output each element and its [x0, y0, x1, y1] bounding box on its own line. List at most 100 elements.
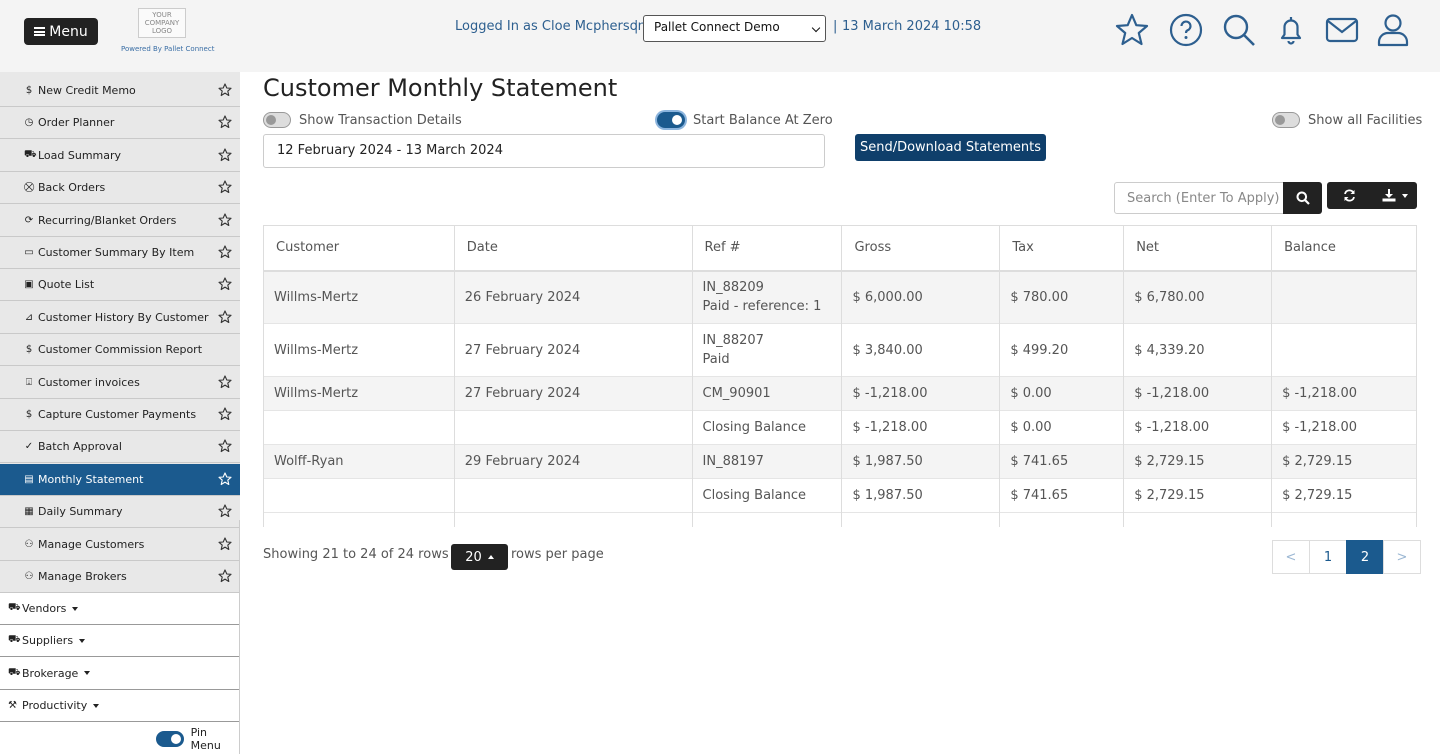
sidebar-item-customer-invoices[interactable]: ⍗ Customer invoices: [0, 367, 240, 399]
sidebar-item-quote-list[interactable]: ▣ Quote List: [0, 269, 240, 302]
ref-number: IN_88207: [702, 333, 764, 348]
favorite-star-icon[interactable]: [218, 83, 232, 97]
ref-note: Paid - reference: 1: [702, 299, 822, 315]
show-transaction-details-option[interactable]: Show Transaction Details: [263, 112, 462, 128]
next-page-button[interactable]: >: [1383, 540, 1421, 574]
favorite-star-icon[interactable]: [218, 375, 232, 389]
mail-icon[interactable]: [1324, 12, 1360, 48]
sidebar-item-batch-approval[interactable]: ✓ Batch Approval: [0, 431, 240, 464]
cell-balance: $ -1,218.00: [1271, 410, 1417, 445]
start-balance-at-zero-toggle[interactable]: [657, 112, 685, 128]
column-header-balance[interactable]: Balance: [1271, 225, 1417, 272]
column-header-net[interactable]: Net: [1123, 225, 1273, 272]
table-row[interactable]: Willms-Mertz 27 February 2024 CM_90901 $ -1…: [263, 376, 1417, 411]
sidebar-item-new-credit-memo[interactable]: $ New Credit Memo: [0, 75, 240, 107]
sidebar-group-suppliers[interactable]: ⛟ Suppliers: [0, 625, 240, 658]
menu-button[interactable]: Menu: [24, 18, 98, 45]
pin-menu[interactable]: Pin Menu: [156, 726, 240, 752]
help-icon[interactable]: [1168, 12, 1204, 48]
sidebar-item-back-orders[interactable]: ⛒ Back Orders: [0, 172, 240, 205]
search-icon[interactable]: [1221, 12, 1257, 48]
favorite-star-icon[interactable]: [218, 277, 232, 291]
sidebar-item-icon: ⛒: [24, 182, 35, 194]
column-header-date[interactable]: Date: [453, 225, 693, 272]
sidebar-group-vendors[interactable]: ⛟ Vendors: [0, 593, 240, 625]
cell-net: $ 4,339.20: [1123, 323, 1273, 377]
sidebar-item-manage-customers[interactable]: ⚇ Manage Customers: [0, 529, 240, 561]
company-logo[interactable]: YOUR COMPANY LOGO: [138, 8, 186, 38]
column-header-tax[interactable]: Tax: [999, 225, 1125, 272]
column-header-customer[interactable]: Customer: [263, 225, 455, 272]
refresh-icon: [1344, 189, 1355, 202]
favorite-star-icon[interactable]: [218, 439, 232, 453]
start-balance-at-zero-option[interactable]: Start Balance At Zero: [657, 112, 833, 128]
separator: |: [833, 19, 838, 34]
send-download-statements-button[interactable]: Send/Download Statements: [855, 134, 1046, 161]
sidebar-group-productivity[interactable]: ⚒ Productivity: [0, 690, 240, 723]
sidebar-group-brokerage[interactable]: ⛟ Brokerage: [0, 657, 240, 690]
cell-date: 26 February 2024: [453, 270, 693, 324]
rows-per-page-label: rows per page: [511, 547, 604, 562]
sidebar-item-customer-summary-by-item[interactable]: ▭ Customer Summary By Item: [0, 237, 240, 269]
pagination: < 1 2 >: [1272, 540, 1421, 574]
export-dropdown-button[interactable]: [1372, 182, 1417, 209]
bell-icon[interactable]: [1273, 12, 1309, 48]
ref-note: Paid: [702, 352, 730, 367]
favorite-star-icon[interactable]: [218, 148, 232, 162]
sidebar-item-order-planner[interactable]: ◷ Order Planner: [0, 107, 240, 140]
sidebar-item-monthly-statement[interactable]: ▤ Monthly Statement: [0, 463, 240, 496]
table-row[interactable]: Willms-Mertz 27 February 2024 IN_88207 Paid…: [263, 323, 1417, 377]
hamburger-icon: [34, 27, 46, 36]
sidebar-item-recurring-blanket-orders[interactable]: ⟳ Recurring/Blanket Orders: [0, 205, 240, 237]
page-size-dropdown[interactable]: 20: [451, 544, 508, 570]
sidebar-item-daily-summary[interactable]: ▦ Daily Summary: [0, 496, 240, 529]
table-row[interactable]: Closing Balance $ -1,218.00 $ 0.00 $ -1,218…: [263, 410, 1417, 445]
facility-select[interactable]: Pallet Connect Demo: [643, 15, 826, 42]
column-header-gross[interactable]: Gross: [841, 225, 1001, 272]
sidebar-group-label: Productivity: [22, 699, 88, 713]
favorite-star-icon[interactable]: [218, 537, 232, 551]
search-input[interactable]: Search (Enter To Apply): [1114, 182, 1284, 214]
top-bar: Menu YOUR COMPANY LOGO Powered By Pallet…: [0, 0, 1440, 72]
sidebar-item-icon: ⟳: [24, 214, 34, 226]
show-all-facilities-toggle[interactable]: [1272, 112, 1300, 128]
sidebar-item-load-summary[interactable]: ⛟ Load Summary: [0, 140, 240, 172]
show-all-facilities-option[interactable]: Show all Facilities: [1272, 112, 1422, 128]
column-header-ref[interactable]: Ref #: [691, 225, 843, 272]
search-button[interactable]: [1283, 182, 1322, 214]
favorite-star-icon[interactable]: [218, 310, 232, 324]
favorite-star-icon[interactable]: [218, 245, 232, 259]
favorite-star-icon[interactable]: [218, 569, 232, 583]
refresh-button[interactable]: [1327, 182, 1372, 209]
favorite-star-icon[interactable]: [218, 407, 232, 421]
sidebar-item-customer-commission-report[interactable]: $ Customer Commission Report: [0, 334, 240, 367]
table-row[interactable]: Wolff-Ryan 29 February 2024 IN_88197 $ 1,98…: [263, 444, 1417, 479]
favorite-star-icon[interactable]: [218, 472, 232, 486]
table-row[interactable]: Willms-Mertz 26 February 2024 IN_88209 Paid…: [263, 270, 1417, 324]
sidebar-item-capture-customer-payments[interactable]: $ Capture Customer Payments: [0, 399, 240, 431]
sidebar-item-manage-brokers[interactable]: ⚇ Manage Brokers: [0, 561, 240, 593]
cell-net: $ 2,729.15: [1123, 478, 1273, 513]
sidebar-item-customer-history-by-customer[interactable]: ⊿ Customer History By Customer: [0, 302, 240, 334]
user-icon[interactable]: [1375, 12, 1411, 48]
table-toolbar: [1327, 182, 1417, 209]
page-1-button[interactable]: 1: [1309, 540, 1347, 574]
favorite-star-icon[interactable]: [218, 115, 232, 129]
sidebar-item-label: Batch Approval: [38, 440, 122, 454]
cell-tax: $ 0.00: [999, 376, 1125, 411]
cell-gross: $ 1,987.50: [841, 444, 1001, 479]
favorite-star-icon[interactable]: [218, 213, 232, 227]
sidebar-item-label: Order Planner: [38, 116, 115, 130]
page-title: Customer Monthly Statement: [263, 74, 618, 102]
prev-page-button[interactable]: <: [1272, 540, 1310, 574]
page-2-button[interactable]: 2: [1346, 540, 1384, 574]
show-transaction-details-toggle[interactable]: [263, 112, 291, 128]
favorite-star-icon[interactable]: [218, 504, 232, 518]
date-range-field[interactable]: 12 February 2024 - 13 March 2024: [263, 134, 825, 168]
favorite-star-icon[interactable]: [218, 180, 232, 194]
pin-menu-toggle[interactable]: [156, 731, 184, 747]
table-row[interactable]: Closing Balance $ 1,987.50 $ 741.65 $ 2,729…: [263, 478, 1417, 513]
sidebar-item-icon: ⚇: [24, 571, 34, 582]
star-icon[interactable]: [1114, 12, 1150, 48]
cell-date: 29 February 2024: [453, 444, 693, 479]
